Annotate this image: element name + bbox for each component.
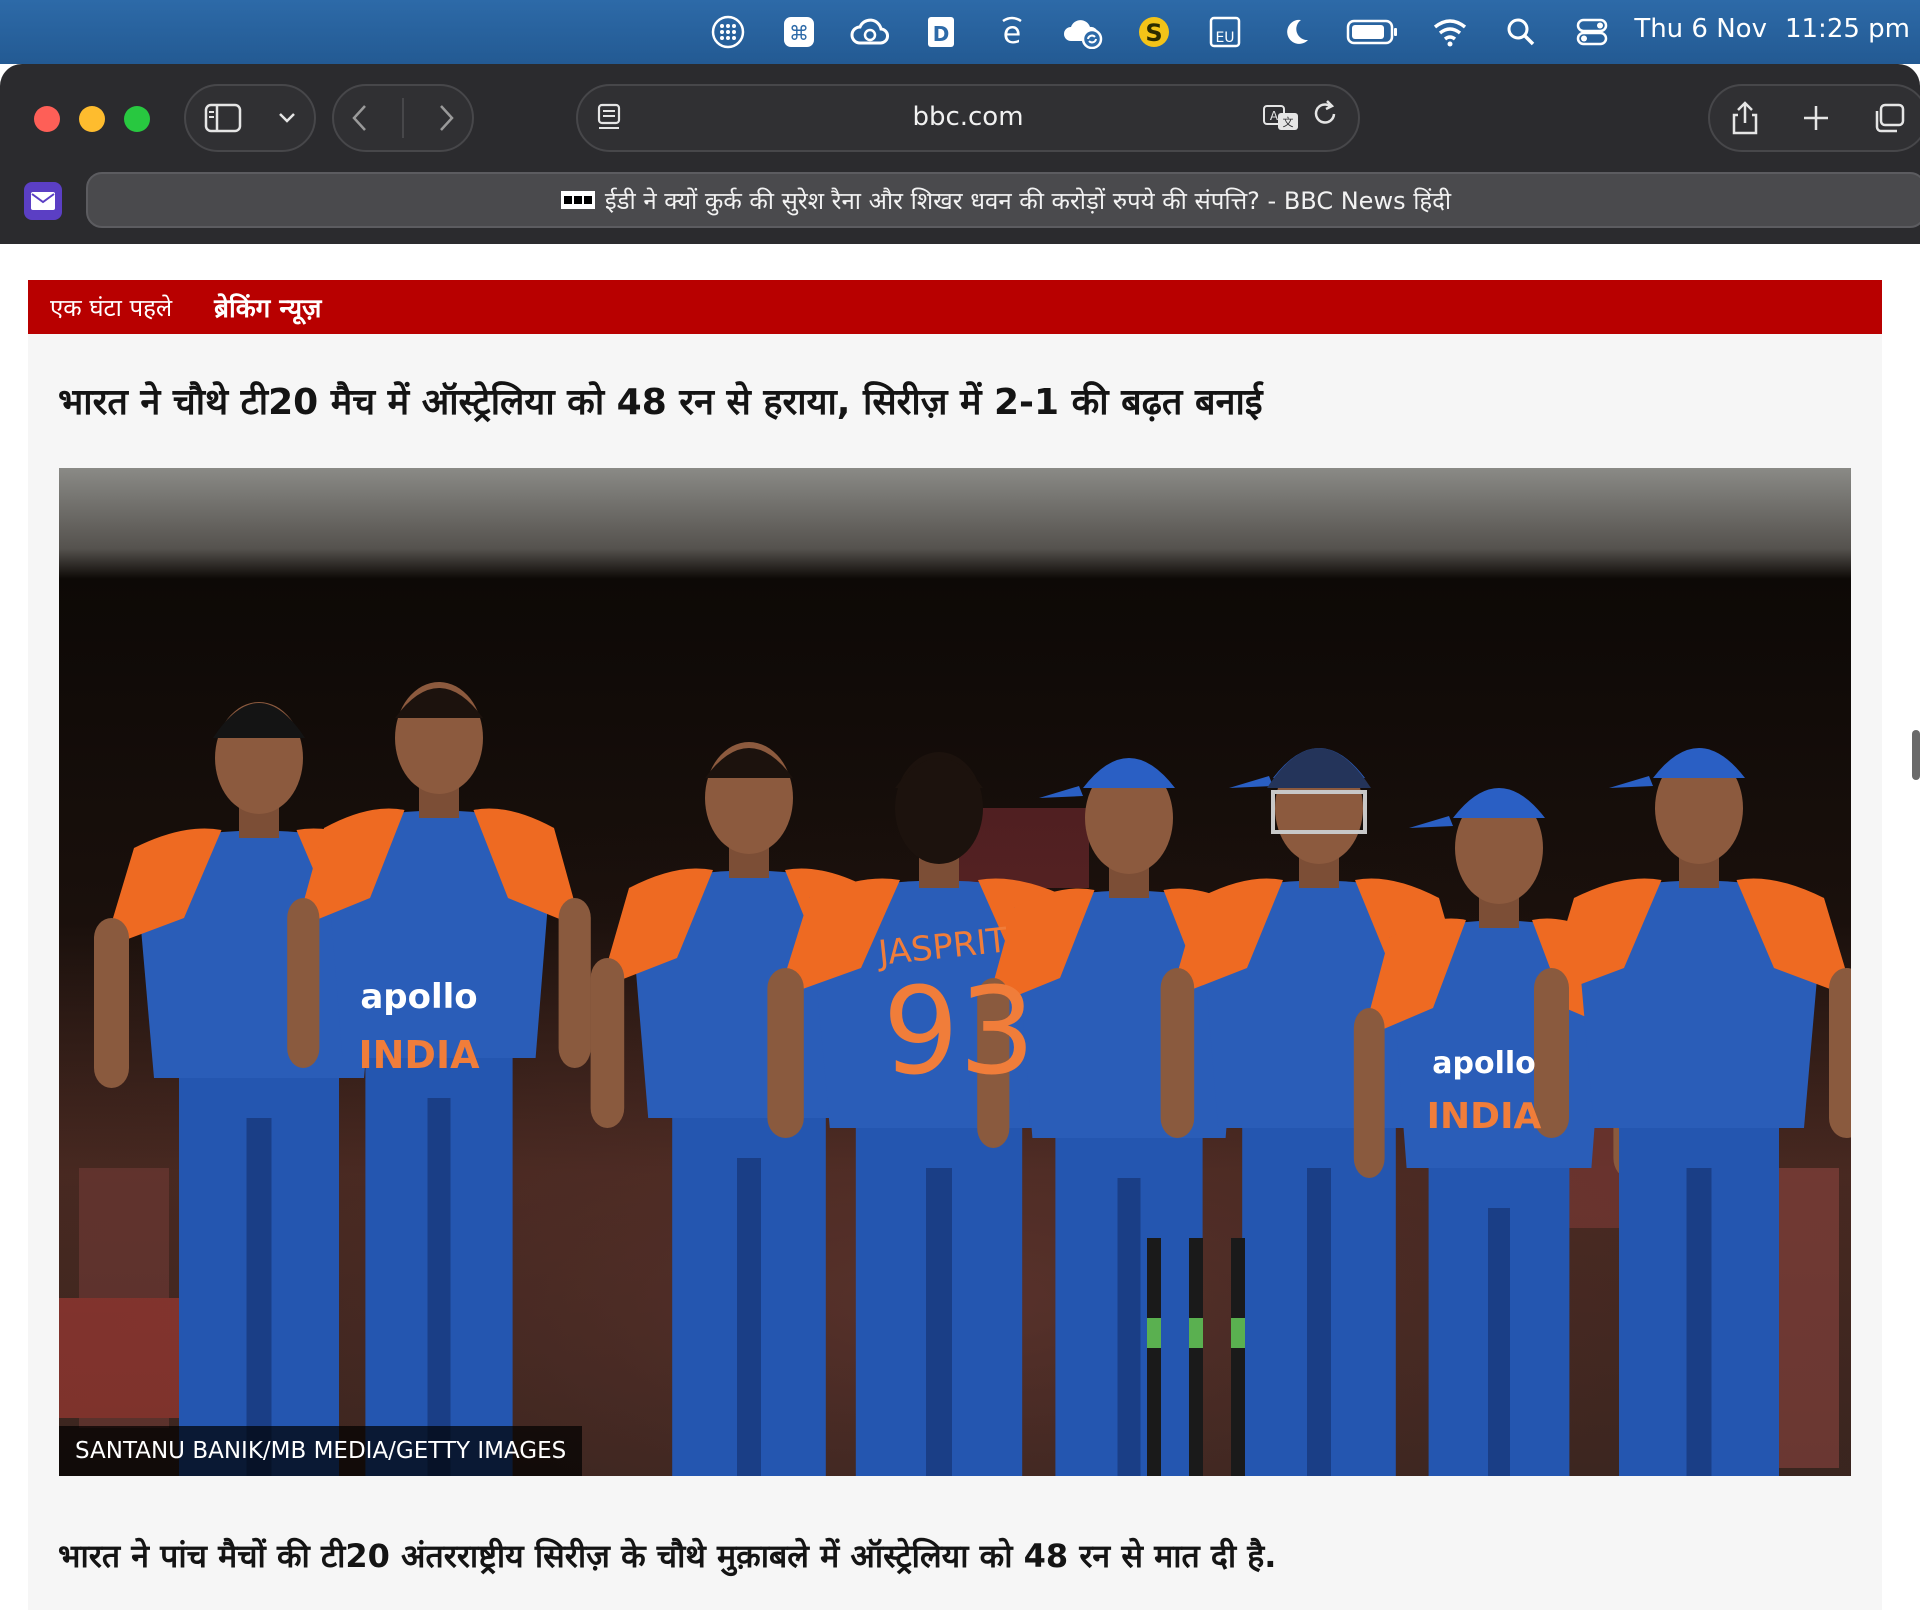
menu-bar: ⌘ D e S EU Thu 6 Nov 11:25 pm	[0, 0, 1920, 64]
zoom-window-button[interactable]	[124, 106, 150, 132]
breaking-news-card: एक घंटा पहले ब्रेकिंग न्यूज़ भारत ने चौथ…	[28, 280, 1882, 1610]
menu-bar-clock[interactable]: Thu 6 Nov 11:25 pm	[1634, 14, 1910, 44]
article-photo: JASPRIT 93 apollo INDIA apollo INDIA SAN…	[59, 468, 1851, 1476]
moon-icon[interactable]	[1274, 10, 1318, 54]
cricket-team-illustration: JASPRIT 93 apollo INDIA apollo INDIA	[59, 468, 1851, 1476]
eu-icon[interactable]: EU	[1203, 10, 1247, 54]
creative-cloud-icon[interactable]	[848, 10, 892, 54]
chevron-down-icon[interactable]	[277, 111, 297, 125]
new-tab-icon[interactable]	[1801, 103, 1831, 133]
translate-icon[interactable]: A文	[1262, 104, 1300, 132]
jersey-team-text-2: INDIA	[1427, 1096, 1542, 1137]
breaking-label: ब्रेकिंग न्यूज़	[214, 294, 322, 324]
breaking-time: एक घंटा पहले	[50, 293, 173, 322]
close-window-button[interactable]	[34, 106, 60, 132]
address-bar[interactable]: bbc.com A文	[576, 84, 1360, 152]
launchpad-icon[interactable]	[706, 10, 750, 54]
dash-icon[interactable]: D	[919, 10, 963, 54]
back-icon[interactable]	[350, 102, 370, 134]
headline[interactable]: भारत ने चौथे टी20 मैच में ऑस्ट्रेलिया को…	[58, 376, 1838, 425]
tab-bbc-news[interactable]: ईडी ने क्यों कुर्क की सुरेश रैना और शिखर…	[86, 172, 1920, 228]
edge-icon[interactable]: e	[990, 10, 1034, 54]
address-text: bbc.com	[912, 102, 1024, 132]
svg-text:D: D	[933, 22, 950, 46]
browser-toolbar: bbc.com A文 ईडी ने क्यों कुर्क की सुरेश र…	[0, 64, 1920, 244]
spotlight-icon[interactable]	[1499, 10, 1543, 54]
minimize-window-button[interactable]	[79, 106, 105, 132]
dollar-icon[interactable]: S	[1132, 10, 1176, 54]
cloud-sync-icon[interactable]	[1061, 10, 1105, 54]
svg-text:A: A	[1270, 109, 1279, 123]
sidebar-toggle[interactable]	[184, 84, 316, 152]
svg-text:e: e	[1003, 16, 1021, 49]
wifi-icon[interactable]	[1428, 10, 1472, 54]
article-summary: भारत ने पांच मैचों की टी20 अंतरराष्ट्रीय…	[58, 1537, 1277, 1575]
tab-overview-icon[interactable]	[1872, 102, 1906, 134]
control-center-icon[interactable]	[1570, 10, 1614, 54]
svg-text:⌘: ⌘	[789, 21, 809, 45]
web-page: एक घंटा पहले ब्रेकिंग न्यूज़ भारत ने चौथ…	[0, 244, 1920, 1610]
breaking-news-banner[interactable]: एक घंटा पहले ब्रेकिंग न्यूज़	[28, 280, 1882, 334]
tab-title: ईडी ने क्यों कुर्क की सुरेश रैना और शिखर…	[604, 186, 1452, 215]
battery-icon[interactable]	[1345, 10, 1401, 54]
reload-icon[interactable]	[1312, 98, 1340, 128]
menu-bar-time: 11:25 pm	[1784, 14, 1910, 44]
mail-tab-icon[interactable]	[24, 182, 62, 220]
jersey-team-text: INDIA	[358, 1033, 480, 1077]
command-icon[interactable]: ⌘	[777, 10, 821, 54]
share-icon[interactable]	[1730, 100, 1760, 136]
bbc-favicon-icon	[560, 191, 595, 209]
image-credit: SANTANU BANIK/MB MEDIA/GETTY IMAGES	[59, 1426, 583, 1476]
toolbar-actions	[1708, 84, 1920, 152]
jersey-sponsor-text: apollo	[360, 977, 477, 1017]
menu-bar-icons: ⌘ D e S EU	[706, 10, 1641, 54]
svg-text:EU: EU	[1215, 30, 1234, 46]
navigation-buttons	[332, 84, 474, 152]
jersey-number-text: 93	[883, 963, 1036, 1102]
page-scrollbar[interactable]	[1912, 730, 1920, 780]
forward-icon[interactable]	[436, 102, 456, 134]
jersey-sponsor-text-2: apollo	[1432, 1046, 1536, 1081]
sidebar-icon	[204, 103, 241, 133]
menu-bar-date: Thu 6 Nov	[1634, 14, 1767, 44]
svg-text:文: 文	[1283, 115, 1294, 129]
svg-text:S: S	[1145, 19, 1162, 47]
